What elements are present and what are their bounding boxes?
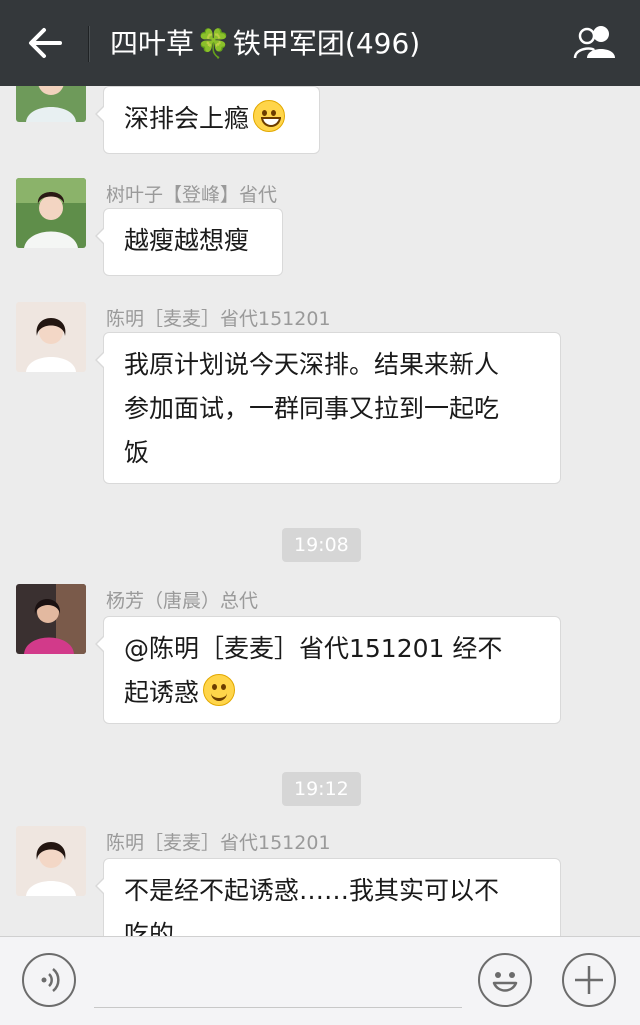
sender-name: 杨芳（唐晨）总代 (106, 590, 259, 612)
message-text-line: @陈明［麦麦］省代151201 经不 (124, 634, 503, 663)
timestamp: 19:08 (282, 528, 361, 562)
message-text-line: 我原计划说今天深排。结果来新人 (124, 350, 500, 379)
back-button[interactable] (26, 22, 66, 64)
message-text-line: 不是经不起诱惑……我其实可以不 (124, 876, 500, 905)
top-bar: 四叶草🍀铁甲军团(496) (0, 0, 640, 86)
message-input[interactable] (94, 1007, 462, 1008)
plus-icon (575, 966, 603, 994)
avatar[interactable] (16, 584, 86, 654)
avatar[interactable] (16, 178, 86, 248)
clover-icon: 🍀 (196, 27, 231, 60)
smiling-face-icon (203, 674, 236, 706)
arrow-left-icon (29, 28, 62, 58)
avatar[interactable] (16, 302, 86, 372)
message-text-line: 起诱惑 (124, 678, 200, 707)
timestamp: 19:12 (282, 772, 361, 806)
message-text-line: 参加面试，一群同事又拉到一起吃 (124, 394, 500, 423)
emoji-button[interactable] (478, 953, 532, 1007)
sender-name: 陈明［麦麦］省代151201 (106, 832, 331, 854)
message-text-line: 饭 (124, 438, 150, 467)
group-members-icon (573, 26, 615, 59)
chat-area[interactable]: 深排会上瘾 树叶子【登峰】省代 越瘦越想瘦 陈明［麦麦］省代151201 我原计… (0, 86, 640, 936)
grinning-face-icon (253, 100, 286, 132)
voice-input-icon (41, 968, 60, 992)
avatar[interactable] (16, 86, 86, 122)
message-bubble[interactable]: 深排会上瘾 (95, 86, 320, 154)
message-bubble[interactable]: @陈明［麦麦］省代151201 经不 起诱惑 (95, 616, 561, 724)
group-members-button[interactable] (570, 22, 622, 64)
sender-name: 陈明［麦麦］省代151201 (106, 308, 331, 330)
header-divider (88, 26, 90, 62)
title-group-prefix: 四叶草 (110, 27, 195, 60)
message-text-line: 吃的 (124, 920, 175, 936)
sender-name: 树叶子【登峰】省代 (106, 184, 278, 206)
more-options-button[interactable] (562, 953, 616, 1007)
voice-input-button[interactable] (22, 953, 76, 1007)
emoji-icon (492, 972, 518, 992)
page-title: 四叶草🍀铁甲军团(496) (110, 24, 420, 64)
avatar[interactable] (16, 826, 86, 896)
message-bubble[interactable]: 越瘦越想瘦 (95, 208, 283, 276)
title-group-name: 铁甲军团(496) (232, 27, 421, 60)
message-text: 越瘦越想瘦 (124, 226, 250, 255)
message-text: 深排会上瘾 (124, 104, 250, 133)
message-bubble[interactable]: 不是经不起诱惑……我其实可以不 吃的 (95, 858, 561, 936)
input-toolbar (0, 936, 640, 1025)
message-bubble[interactable]: 我原计划说今天深排。结果来新人 参加面试，一群同事又拉到一起吃 饭 (95, 332, 561, 484)
